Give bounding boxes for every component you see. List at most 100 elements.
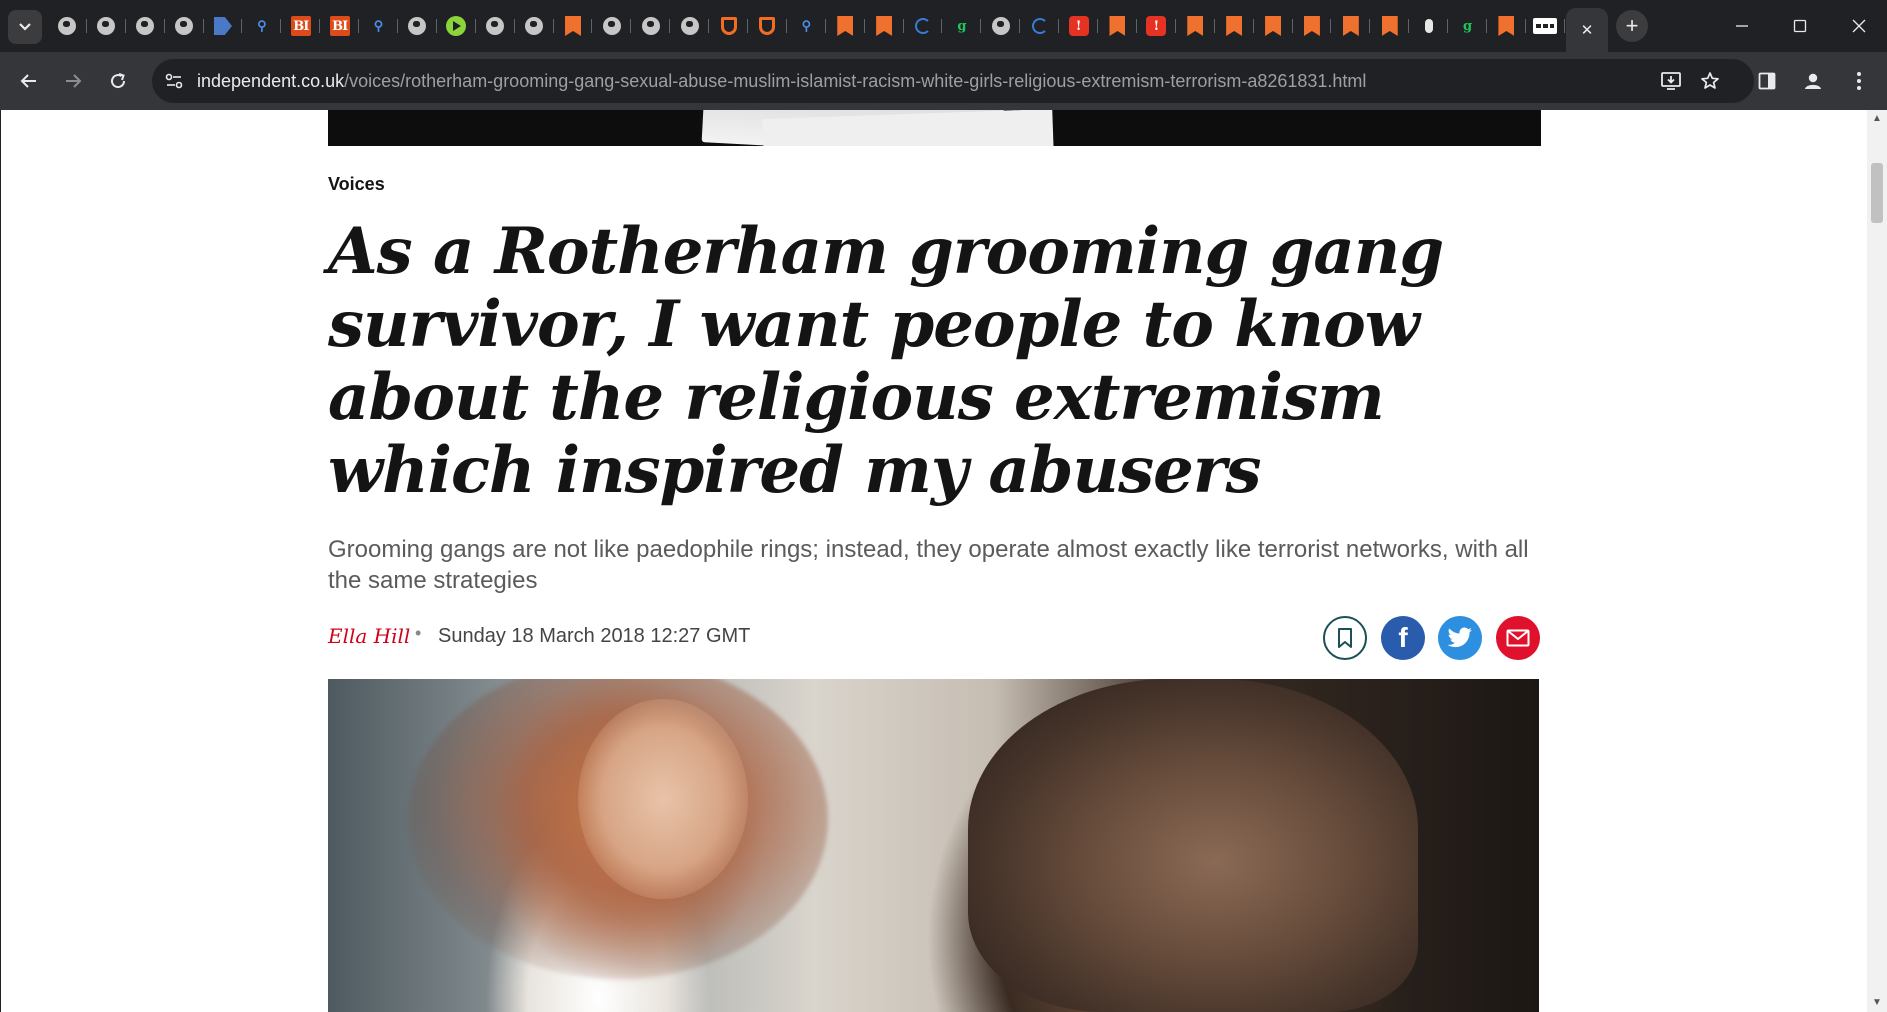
red-badge-icon: ! xyxy=(1068,16,1089,36)
half-circle-icon xyxy=(915,18,932,34)
play-icon xyxy=(446,16,467,36)
close-tab-icon[interactable]: ✕ xyxy=(1581,21,1594,39)
globe-icon xyxy=(486,17,505,35)
twitter-icon xyxy=(1447,627,1472,648)
active-tab[interactable]: ✕ xyxy=(1566,8,1608,52)
author-link[interactable]: Ella Hill xyxy=(328,624,410,648)
wide-logo-icon xyxy=(1533,18,1558,34)
install-app-button[interactable] xyxy=(1659,70,1683,92)
pinned-tab[interactable] xyxy=(1098,10,1137,42)
pinned-tab[interactable] xyxy=(981,10,1021,42)
url-text[interactable]: independent.co.uk/voices/rotherham-groom… xyxy=(197,71,1366,92)
share-facebook-button[interactable]: f xyxy=(1381,616,1425,660)
pinned-tab[interactable] xyxy=(670,10,710,42)
globe-icon xyxy=(175,17,194,35)
tab-strip: ⚲ BI BI ⚲ ⚲ g!! g ✕ + xyxy=(0,0,1887,52)
globe-icon xyxy=(680,17,699,35)
reload-button[interactable] xyxy=(104,67,132,95)
email-icon xyxy=(1506,629,1530,647)
magnifier-icon: ⚲ xyxy=(801,18,812,34)
minimize-button[interactable] xyxy=(1727,14,1757,38)
g-icon: g xyxy=(1462,18,1473,34)
pinned-tab[interactable] xyxy=(437,10,476,42)
minimize-icon xyxy=(1736,25,1748,27)
pinned-tab[interactable] xyxy=(1020,10,1060,42)
back-arrow-icon xyxy=(20,74,36,88)
pinned-tab[interactable] xyxy=(1176,10,1215,42)
facebook-icon: f xyxy=(1398,622,1408,653)
bookmark-ribbon-icon xyxy=(1187,16,1204,36)
pinned-tab[interactable] xyxy=(398,10,437,42)
g-icon: g xyxy=(957,18,967,34)
back-button[interactable] xyxy=(15,67,43,95)
pinned-tab[interactable] xyxy=(554,10,593,42)
close-window-button[interactable] xyxy=(1844,14,1874,38)
pinned-tab[interactable]: ⚲ xyxy=(242,10,282,42)
pinned-tab[interactable] xyxy=(476,10,515,42)
browser-toolbar: independent.co.uk/voices/rotherham-groom… xyxy=(0,52,1887,110)
new-tab-button[interactable]: + xyxy=(1616,10,1648,42)
arrow-icon xyxy=(214,17,232,35)
address-bar[interactable]: independent.co.uk/voices/rotherham-groom… xyxy=(152,59,1754,103)
pinned-tab[interactable] xyxy=(1331,10,1371,42)
pinned-tab[interactable]: ! xyxy=(1059,10,1098,42)
pinned-tab[interactable] xyxy=(1370,10,1410,42)
pinned-tab[interactable]: ⚲ xyxy=(787,10,826,42)
pinned-tab[interactable] xyxy=(865,10,904,42)
close-icon xyxy=(1852,19,1866,33)
maximize-icon xyxy=(1793,19,1807,33)
pinned-tab[interactable]: ⚲ xyxy=(359,10,398,42)
share-twitter-button[interactable] xyxy=(1438,616,1482,660)
pinned-tab[interactable] xyxy=(515,10,554,42)
side-panel-button[interactable] xyxy=(1754,68,1780,94)
pinned-tab[interactable] xyxy=(48,10,87,42)
pinned-tabs: ⚲ BI BI ⚲ ⚲ g!! g xyxy=(48,10,1565,42)
save-article-button[interactable] xyxy=(1323,616,1367,660)
pinned-tab[interactable] xyxy=(1215,10,1254,42)
profile-button[interactable] xyxy=(1800,68,1826,94)
pinned-tab[interactable] xyxy=(1487,10,1526,42)
bookmark-ribbon-icon xyxy=(1265,16,1282,36)
pinned-tab[interactable] xyxy=(1293,10,1332,42)
pinned-tab[interactable] xyxy=(826,10,865,42)
profile-icon xyxy=(1805,73,1821,89)
globe-icon xyxy=(525,17,544,35)
menu-button[interactable] xyxy=(1846,68,1872,94)
pinned-tab[interactable]: g xyxy=(1448,10,1487,42)
pinned-tab[interactable] xyxy=(631,10,671,42)
pinned-tab[interactable] xyxy=(1526,10,1565,42)
pinned-tab[interactable] xyxy=(1254,10,1293,42)
article-headline: As a Rotherham grooming gang survivor, I… xyxy=(328,214,1444,508)
maximize-button[interactable] xyxy=(1785,14,1815,38)
pinned-tab[interactable] xyxy=(748,10,787,42)
pinned-tab[interactable] xyxy=(904,10,943,42)
share-email-button[interactable] xyxy=(1496,616,1540,660)
scrollbar-thumb[interactable] xyxy=(1871,163,1883,223)
photo-fist xyxy=(968,679,1418,1012)
pinned-tab[interactable]: g xyxy=(942,10,982,42)
pinned-tab[interactable] xyxy=(1409,10,1448,42)
site-info-icon[interactable] xyxy=(164,71,184,91)
globe-icon xyxy=(58,17,77,35)
pinned-tab[interactable] xyxy=(709,10,748,42)
pinned-tab[interactable]: ! xyxy=(1137,10,1176,42)
pinned-tab[interactable] xyxy=(592,10,632,42)
pinned-tab[interactable] xyxy=(204,10,243,42)
bookmark-ribbon-icon xyxy=(1498,16,1515,36)
forward-button[interactable] xyxy=(59,67,87,95)
pinned-tab[interactable] xyxy=(165,10,204,42)
bi-icon: BI xyxy=(290,16,311,36)
pinned-tab[interactable] xyxy=(87,10,126,42)
page-viewport: Voices As a Rotherham grooming gang surv… xyxy=(1,110,1867,1012)
scroll-up-arrow-icon[interactable]: ▲ xyxy=(1872,114,1882,124)
pinned-tab[interactable]: BI xyxy=(281,10,321,42)
tab-search-button[interactable] xyxy=(8,10,42,44)
install-app-icon xyxy=(1661,72,1681,90)
section-kicker[interactable]: Voices xyxy=(328,174,385,195)
bookmark-star-button[interactable] xyxy=(1698,70,1722,92)
page-scrollbar[interactable]: ▲ ▼ xyxy=(1867,110,1887,1012)
scroll-down-arrow-icon[interactable]: ▼ xyxy=(1872,998,1882,1008)
pinned-tab[interactable]: BI xyxy=(320,10,360,42)
pinned-tab[interactable] xyxy=(126,10,165,42)
bookmark-ribbon-icon xyxy=(565,16,582,36)
